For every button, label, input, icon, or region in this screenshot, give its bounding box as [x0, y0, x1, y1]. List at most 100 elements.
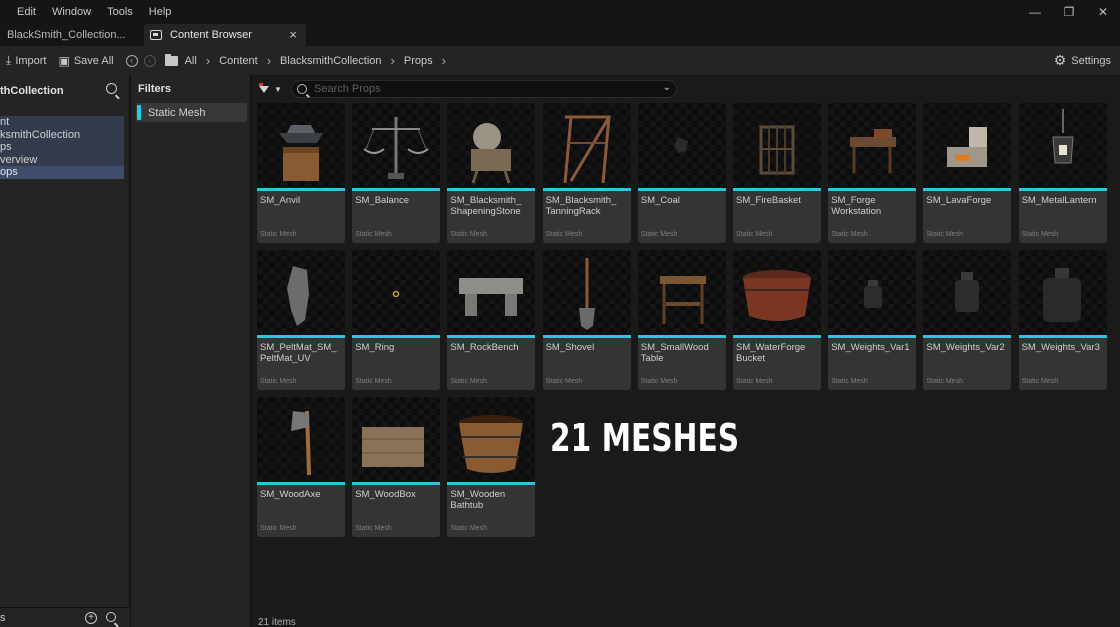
asset-thumbnail — [1018, 250, 1107, 336]
breadcrumb-chevron-icon[interactable]: › — [206, 53, 210, 68]
asset-name: SM_Weights_Var2 — [926, 342, 1005, 354]
asset-tile[interactable]: SM_MetalLantern Static Mesh — [1018, 103, 1107, 243]
asset-tile[interactable]: SM_Balance Static Mesh — [352, 103, 441, 243]
asset-tile[interactable]: SM_Ring Static Mesh — [352, 250, 441, 391]
asset-thumbnail — [447, 103, 536, 188]
save-icon: ▣ — [58, 53, 70, 68]
asset-tile[interactable]: SM_WaterForge Bucket Static Mesh — [733, 250, 821, 391]
asset-type: Static Mesh — [926, 231, 963, 238]
asset-thumbnail — [257, 397, 345, 483]
close-window-icon[interactable]: ✕ — [1086, 0, 1120, 24]
asset-type-color-bar — [828, 335, 917, 339]
asset-name: SM_MetalLantern — [1021, 195, 1097, 206]
search-collections-icon[interactable] — [106, 612, 116, 622]
tree-item-props[interactable]: ops — [0, 166, 124, 179]
asset-tile[interactable]: SM_RockBench Static Mesh — [447, 250, 536, 391]
asset-tile[interactable]: SM_Weights_Var2 Static Mesh — [923, 250, 1012, 391]
asset-tile[interactable]: SM_Wooden Bathtub Static Mesh — [447, 397, 536, 538]
asset-type-color-bar — [447, 482, 536, 486]
asset-name: SM_Ring — [355, 342, 395, 354]
asset-tile[interactable]: SM_WoodBox Static Mesh — [352, 397, 441, 538]
asset-name: SM_WoodBox — [355, 489, 416, 501]
search-history-chevron-icon[interactable]: ⌄ — [663, 82, 671, 93]
menu-window[interactable]: Window — [44, 0, 99, 24]
forward-icon[interactable]: › — [143, 54, 156, 67]
collections-label: s — [0, 611, 6, 624]
asset-name: SM_RockBench — [450, 342, 519, 354]
asset-name: SM_LavaForge — [926, 195, 992, 206]
asset-type: Static Mesh — [450, 378, 487, 386]
asset-type-color-bar — [637, 335, 726, 339]
tab-label: Content Browser — [170, 29, 252, 41]
sources-title: thCollection — [0, 85, 64, 97]
filter-static-mesh[interactable]: Static Mesh — [136, 103, 247, 122]
search-input[interactable] — [314, 81, 644, 97]
menu-tools[interactable]: Tools — [99, 0, 141, 24]
asset-name: SM_Shovel — [545, 342, 595, 354]
asset-tile[interactable]: SM_LavaForge Static Mesh — [923, 103, 1012, 243]
search-icon[interactable] — [106, 83, 117, 94]
add-collection-icon[interactable]: + — [85, 612, 97, 624]
breadcrumb-chevron-icon[interactable]: › — [391, 53, 395, 68]
breadcrumb-chevron-icon[interactable]: › — [442, 53, 446, 68]
tab-blacksmith-collection[interactable]: BlackSmith_Collection... — [0, 24, 138, 46]
menu-help[interactable]: Help — [141, 0, 180, 24]
save-all-label: Save All — [73, 54, 114, 67]
asset-name: SM_Blacksmith_ TanningRack — [545, 195, 617, 217]
asset-type-color-bar — [447, 188, 536, 191]
asset-name: SM_Wooden Bathtub — [450, 489, 506, 512]
asset-thumbnail — [923, 103, 1012, 188]
folder-icon[interactable] — [164, 53, 178, 66]
asset-tile[interactable]: SM_Blacksmith_ TanningRack Static Mesh — [542, 103, 631, 243]
asset-tile[interactable]: SM_Forge Workstation Static Mesh — [828, 103, 917, 243]
asset-tile[interactable]: SM_Weights_Var1 Static Mesh — [828, 250, 917, 391]
back-icon[interactable]: ‹ — [125, 54, 138, 67]
asset-tile[interactable]: SM_FireBasket Static Mesh — [733, 103, 821, 243]
breadcrumb-chevron-icon[interactable]: › — [267, 53, 271, 68]
menu-edit[interactable]: Edit — [0, 0, 44, 24]
tree-item[interactable]: ps — [0, 141, 124, 154]
breadcrumb-blacksmith-collection[interactable]: BlacksmithCollection — [280, 55, 381, 67]
tree-item[interactable]: verview — [0, 153, 124, 166]
asset-tile[interactable]: SM_PeltMat_SM_ PeltMat_UV Static Mesh — [257, 250, 345, 391]
breadcrumb-props[interactable]: Props — [404, 55, 433, 67]
restore-icon[interactable]: ❐ — [1052, 0, 1086, 24]
asset-tile[interactable]: SM_Shovel Static Mesh — [542, 250, 631, 391]
asset-name: SM_Coal — [640, 195, 680, 206]
import-button[interactable]: ⤓ Import — [6, 53, 47, 68]
content-browser-icon — [150, 30, 162, 40]
settings-button[interactable]: ⚙ Settings — [1054, 46, 1111, 75]
breadcrumb-all[interactable]: All — [185, 55, 197, 67]
asset-type: Static Mesh — [260, 525, 297, 533]
asset-type: Static Mesh — [640, 378, 678, 386]
asset-tile[interactable]: SM_Blacksmith_ ShapeningStone Static Mesh — [447, 103, 536, 243]
asset-tile[interactable]: SM_Anvil Static Mesh — [257, 103, 345, 243]
asset-type-color-bar — [733, 335, 821, 339]
asset-name: SM_Forge Workstation — [831, 195, 882, 217]
asset-type-color-bar — [257, 482, 345, 486]
gear-icon: ⚙ — [1053, 52, 1067, 68]
asset-thumbnail — [257, 103, 345, 188]
tree-item[interactable]: ksmithCollection — [0, 128, 124, 141]
save-all-button[interactable]: ▣ Save All — [59, 54, 114, 68]
tree-item[interactable]: nt — [0, 116, 124, 129]
asset-type-color-bar — [923, 335, 1012, 339]
asset-thumbnail — [733, 103, 821, 188]
asset-tile[interactable]: SM_Weights_Var3 Static Mesh — [1018, 250, 1107, 391]
tab-content-browser[interactable]: Content Browser × — [144, 24, 306, 46]
search-icon — [297, 84, 307, 94]
asset-type-color-bar — [637, 188, 726, 191]
breadcrumb-content[interactable]: Content — [219, 55, 258, 67]
asset-tile[interactable]: SM_WoodAxe Static Mesh — [257, 397, 345, 538]
asset-tile[interactable]: SM_Coal Static Mesh — [637, 103, 726, 243]
asset-tile[interactable]: SM_SmallWood Table Static Mesh — [637, 250, 726, 391]
filter-dropdown-button[interactable]: ▼ — [259, 83, 285, 95]
asset-type: Static Mesh — [355, 525, 392, 533]
asset-type-color-bar — [352, 335, 441, 339]
content-browser-toolbar: ⤓ Import ▣ Save All ‹ › All › Content › … — [0, 46, 1120, 75]
asset-type-color-bar — [923, 188, 1012, 191]
minimize-icon[interactable]: — — [1018, 0, 1052, 24]
asset-type-color-bar — [828, 188, 917, 191]
close-tab-icon[interactable]: × — [289, 27, 297, 42]
filters-title: Filters — [138, 83, 172, 95]
